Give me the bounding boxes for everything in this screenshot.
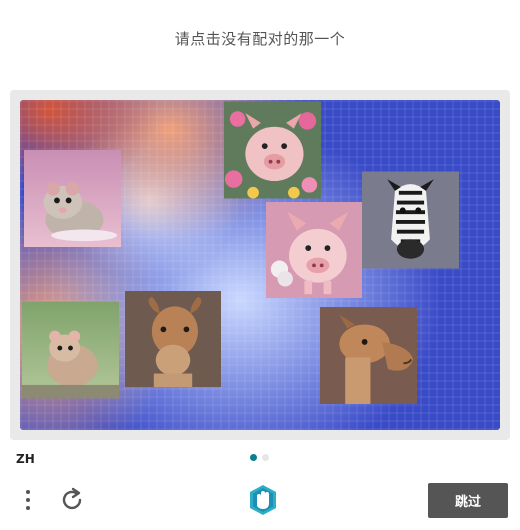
menu-dot (26, 506, 30, 510)
tile-hamster-2[interactable] (22, 301, 119, 399)
challenge-panel (10, 90, 510, 440)
hamster-image (24, 150, 121, 247)
brand-logo-graphic (250, 485, 276, 515)
pagination-dot-active[interactable] (250, 454, 257, 461)
pig-image (266, 202, 362, 298)
hand-logo-icon (246, 483, 280, 517)
skip-button[interactable]: 跳过 (428, 483, 508, 518)
camel-image (125, 291, 221, 387)
hamster-image (22, 301, 119, 399)
challenge-canvas (20, 100, 500, 430)
pagination-dot-inactive[interactable] (262, 454, 269, 461)
challenge-prompt: 请点击没有配对的那一个 (174, 30, 346, 48)
tile-hamster-1[interactable] (24, 150, 121, 247)
zebra-image (362, 171, 459, 269)
refresh-icon[interactable] (58, 486, 86, 514)
tile-zebra[interactable] (362, 170, 459, 270)
tile-camel-2[interactable] (320, 306, 417, 405)
tile-pig-2[interactable] (266, 201, 362, 299)
menu-dot (26, 490, 30, 494)
menu-dot (26, 498, 30, 502)
pig-image (224, 101, 321, 199)
refresh-icon-graphic (62, 487, 82, 510)
pagination-dots (250, 454, 274, 462)
vertical-dots-icon[interactable] (18, 486, 38, 514)
language-selector[interactable]: ZH (16, 452, 35, 466)
tile-pig-1[interactable] (224, 100, 321, 200)
camel-image (320, 307, 417, 404)
tile-camel-1[interactable] (125, 290, 221, 388)
